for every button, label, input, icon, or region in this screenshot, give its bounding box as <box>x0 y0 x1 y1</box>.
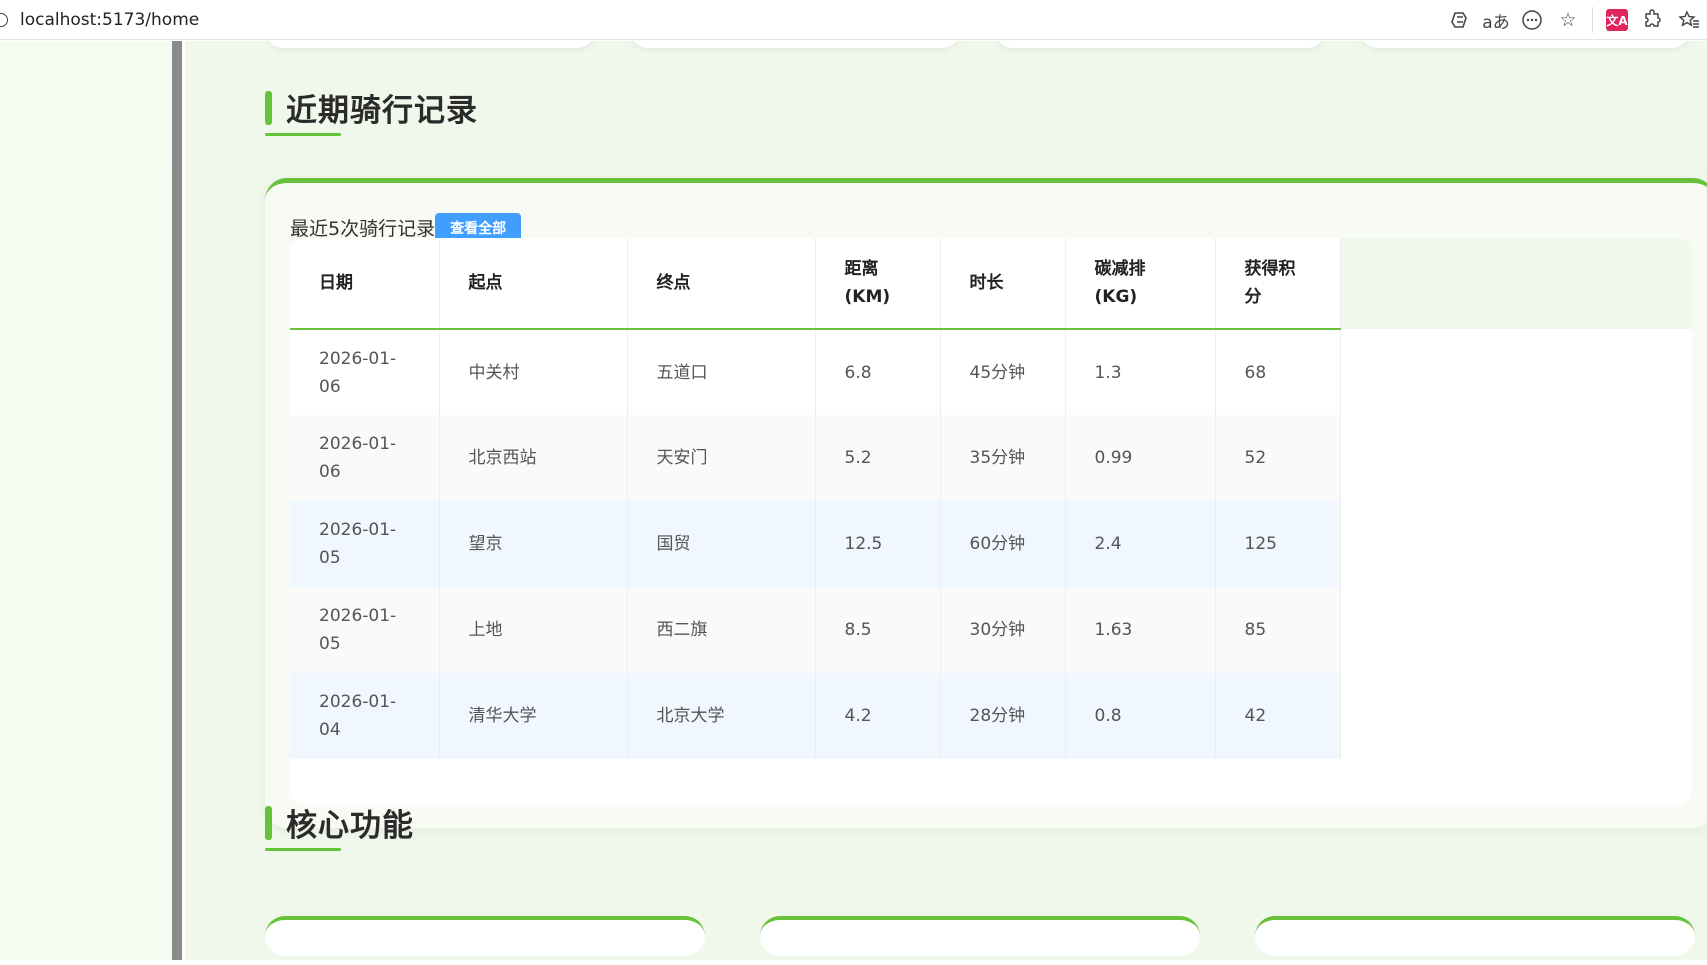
title-underline <box>265 133 341 136</box>
features-section-title: 核心功能 <box>265 800 414 845</box>
records-section-title: 近期骑行记录 <box>265 85 478 130</box>
title-accent-bar <box>265 805 272 840</box>
cell-duration: 28分钟 <box>940 673 1066 759</box>
cell-points: 125 <box>1215 501 1341 587</box>
cell-date: 2026-01-05 <box>290 587 440 673</box>
title-accent-bar <box>265 90 272 125</box>
stat-card <box>265 41 595 48</box>
feature-card[interactable] <box>265 916 705 956</box>
column-header-carbon[interactable]: 碳减排(KG) <box>1065 238 1216 330</box>
records-table: 日期 起点 终点 距离(KM) 时长 碳减排(KG) 获得积分 2026-01-… <box>290 238 1692 805</box>
title-underline <box>265 848 341 851</box>
main-content: 近期骑行记录 最近5次骑行记录 查看全部 日期 起点 终点 距离(KM) 时长 … <box>185 41 1707 960</box>
section-heading: 近期骑行记录 <box>286 93 478 129</box>
column-header-start[interactable]: 起点 <box>439 238 628 330</box>
cell-carbon: 1.63 <box>1065 587 1216 673</box>
translate-icon[interactable]: aあ <box>1478 0 1514 40</box>
cell-distance: 12.5 <box>815 501 941 587</box>
table-row[interactable]: 2026-01-05 上地 西二旗 8.5 30分钟 1.63 85 <box>290 587 1341 673</box>
cell-distance: 8.5 <box>815 587 941 673</box>
cell-end: 天安门 <box>627 415 816 501</box>
cell-end: 国贸 <box>627 501 816 587</box>
sidebar-scrollbar[interactable] <box>172 41 185 960</box>
column-header-date[interactable]: 日期 <box>290 238 440 330</box>
card-subtitle: 最近5次骑行记录 <box>290 218 436 240</box>
column-header-points[interactable]: 获得积分 <box>1215 238 1341 330</box>
more-icon[interactable] <box>1514 0 1550 40</box>
cell-points: 52 <box>1215 415 1341 501</box>
cell-duration: 60分钟 <box>940 501 1066 587</box>
copilot-icon[interactable] <box>1442 0 1478 40</box>
stat-card <box>995 41 1325 48</box>
cell-distance: 5.2 <box>815 415 941 501</box>
favorite-star-icon[interactable]: ☆ <box>1550 0 1586 40</box>
cell-distance: 6.8 <box>815 329 941 415</box>
table-row[interactable]: 2026-01-06 北京西站 天安门 5.2 35分钟 0.99 52 <box>290 415 1341 501</box>
column-header-distance[interactable]: 距离(KM) <box>815 238 941 330</box>
cell-start: 中关村 <box>439 329 628 415</box>
stat-card <box>1360 41 1690 48</box>
cell-carbon: 0.8 <box>1065 673 1216 759</box>
cell-carbon: 2.4 <box>1065 501 1216 587</box>
cell-points: 68 <box>1215 329 1341 415</box>
cell-points: 85 <box>1215 587 1341 673</box>
cell-start: 望京 <box>439 501 628 587</box>
page-content: 近期骑行记录 最近5次骑行记录 查看全部 日期 起点 终点 距离(KM) 时长 … <box>0 41 1707 960</box>
sidebar <box>0 41 172 960</box>
section-heading: 核心功能 <box>286 808 414 844</box>
cell-duration: 45分钟 <box>940 329 1066 415</box>
cell-date: 2026-01-06 <box>290 329 440 415</box>
favorites-icon[interactable] <box>1671 0 1707 40</box>
column-header-end[interactable]: 终点 <box>627 238 816 330</box>
table-row[interactable]: 2026-01-05 望京 国贸 12.5 60分钟 2.4 125 <box>290 501 1341 587</box>
feature-card[interactable] <box>1255 916 1695 956</box>
cell-duration: 35分钟 <box>940 415 1066 501</box>
feature-card[interactable] <box>760 916 1200 956</box>
translate-extension-icon[interactable]: 文A <box>1599 0 1635 40</box>
toolbar-separator <box>1592 7 1593 33</box>
cell-points: 42 <box>1215 673 1341 759</box>
column-header-duration[interactable]: 时长 <box>940 238 1066 330</box>
site-info-icon[interactable] <box>0 13 8 27</box>
table-header-row: 日期 起点 终点 距离(KM) 时长 碳减排(KG) 获得积分 <box>290 238 1341 330</box>
browser-toolbar: localhost:5173/home aあ ☆ 文A <box>0 0 1707 40</box>
cell-start: 上地 <box>439 587 628 673</box>
cell-date: 2026-01-05 <box>290 501 440 587</box>
table-row[interactable]: 2026-01-04 清华大学 北京大学 4.2 28分钟 0.8 42 <box>290 673 1341 759</box>
table-row[interactable]: 2026-01-06 中关村 五道口 6.8 45分钟 1.3 68 <box>290 329 1341 415</box>
cell-carbon: 1.3 <box>1065 329 1216 415</box>
records-card: 最近5次骑行记录 查看全部 日期 起点 终点 距离(KM) 时长 碳减排(KG) <box>265 178 1707 828</box>
stat-card <box>630 41 960 48</box>
cell-end: 北京大学 <box>627 673 816 759</box>
cell-date: 2026-01-06 <box>290 415 440 501</box>
cell-distance: 4.2 <box>815 673 941 759</box>
cell-start: 北京西站 <box>439 415 628 501</box>
cell-end: 西二旗 <box>627 587 816 673</box>
cell-end: 五道口 <box>627 329 816 415</box>
cell-start: 清华大学 <box>439 673 628 759</box>
browser-actions: aあ ☆ 文A <box>1442 0 1707 40</box>
cell-date: 2026-01-04 <box>290 673 440 759</box>
extensions-icon[interactable] <box>1635 0 1671 40</box>
address-bar[interactable]: localhost:5173/home <box>20 10 199 30</box>
cell-carbon: 0.99 <box>1065 415 1216 501</box>
cell-duration: 30分钟 <box>940 587 1066 673</box>
